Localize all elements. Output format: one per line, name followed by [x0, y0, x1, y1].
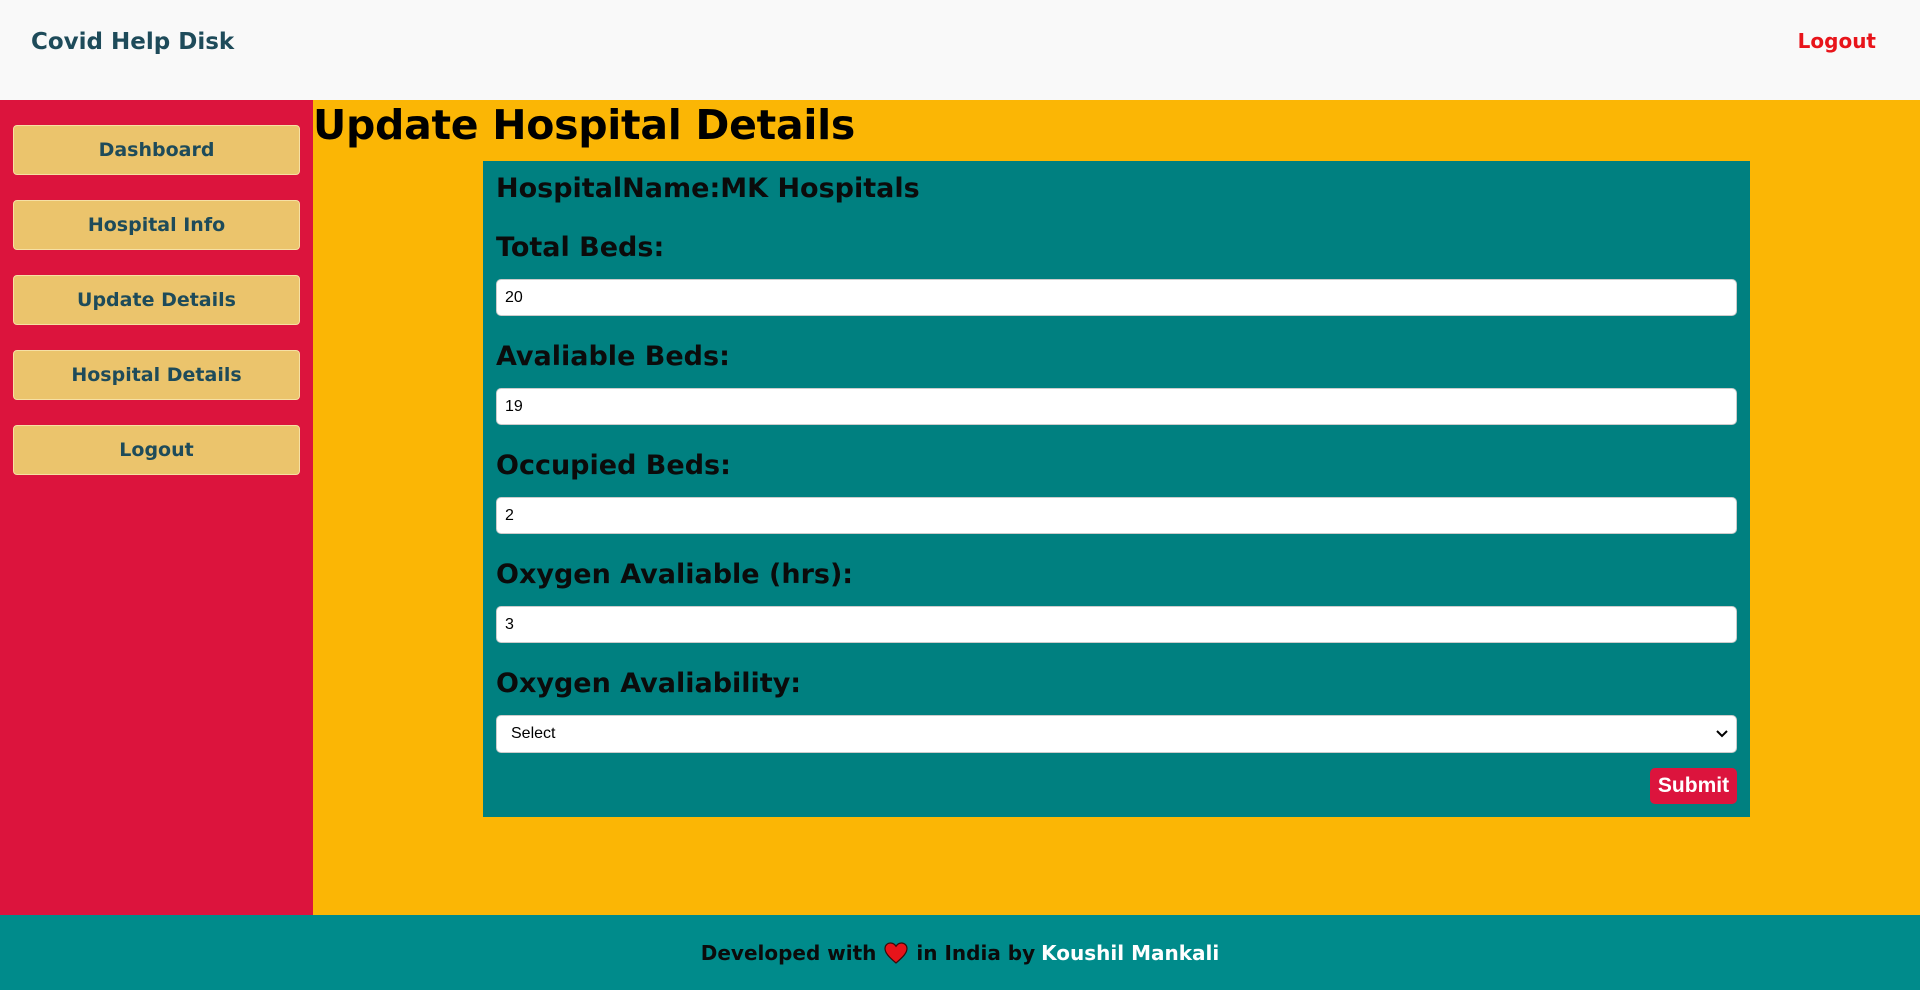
sidebar-item-update-details[interactable]: Update Details	[13, 275, 300, 325]
footer-middle: in India by	[916, 940, 1036, 965]
oxygen-availability-label: Oxygen Avaliability:	[496, 668, 802, 699]
author-link[interactable]: Koushil Mankali	[1041, 941, 1219, 965]
update-form-card: HospitalName:MK Hospitals Total Beds: Av…	[483, 161, 1750, 817]
total-beds-input[interactable]	[496, 279, 1737, 316]
sidebar-item-logout[interactable]: Logout	[13, 425, 300, 475]
footer: Developed with in India by Koushil Manka…	[0, 915, 1920, 990]
available-beds-label: Avaliable Beds:	[496, 341, 730, 372]
sidebar-item-hospital-details[interactable]: Hospital Details	[13, 350, 300, 400]
footer-prefix: Developed with	[700, 940, 877, 965]
top-logout-link[interactable]: Logout	[1798, 29, 1876, 53]
top-navbar: Covid Help Disk Logout	[0, 0, 1920, 100]
occupied-beds-label: Occupied Beds:	[496, 450, 731, 481]
hospital-name: HospitalName:MK Hospitals	[496, 173, 920, 204]
sidebar-item-dashboard[interactable]: Dashboard	[13, 125, 300, 175]
oxygen-availability-selected: Select	[511, 725, 556, 742]
heart-icon	[884, 941, 909, 964]
main-content: Update Hospital Details HospitalName:MK …	[313, 100, 1920, 915]
available-beds-input[interactable]	[496, 388, 1737, 425]
oxygen-hours-label: Oxygen Avaliable (hrs):	[496, 559, 854, 590]
sidebar: Dashboard Hospital Info Update Details H…	[0, 100, 313, 915]
submit-button[interactable]: Submit	[1650, 768, 1737, 804]
oxygen-hours-input[interactable]	[496, 606, 1737, 643]
page-title: Update Hospital Details	[313, 101, 855, 149]
sidebar-item-hospital-info[interactable]: Hospital Info	[13, 200, 300, 250]
hospital-name-value: MK Hospitals	[720, 173, 920, 204]
chevron-down-icon	[1708, 715, 1736, 753]
brand-title[interactable]: Covid Help Disk	[31, 29, 234, 55]
total-beds-label: Total Beds:	[496, 232, 665, 263]
occupied-beds-input[interactable]	[496, 497, 1737, 534]
oxygen-availability-select[interactable]: Select	[496, 715, 1737, 753]
hospital-name-prefix: HospitalName:	[496, 173, 721, 204]
